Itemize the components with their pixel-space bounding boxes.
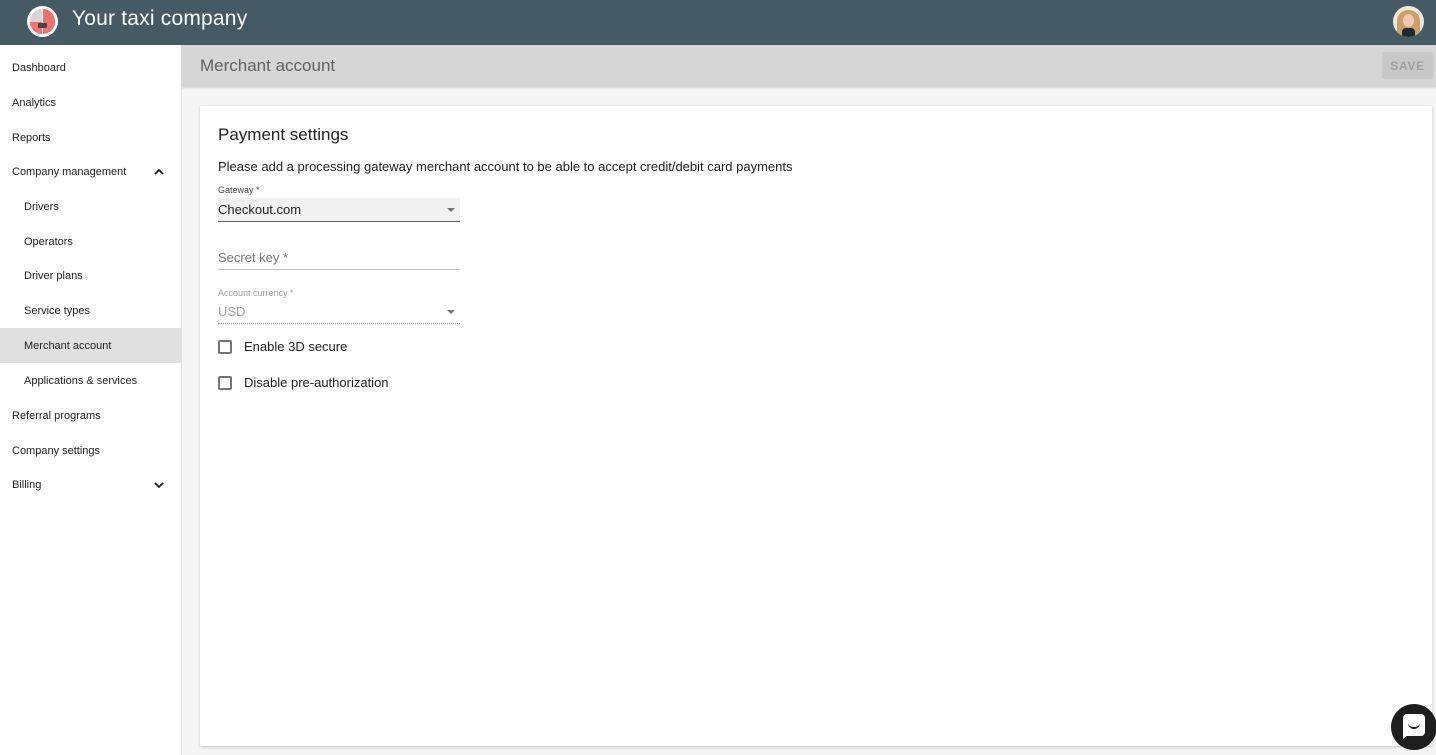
page-title: Merchant account [200,56,336,75]
sidebar-item-label: Billing [12,478,42,491]
chat-launcher-button[interactable] [1391,704,1436,750]
app-title: Your taxi company [72,7,248,30]
enable-3d-secure-checkbox[interactable] [218,339,232,354]
sidebar-item-billing[interactable]: Billing [0,467,182,502]
sidebar-item-drivers[interactable]: Drivers [0,189,182,224]
secret-key-field[interactable] [218,247,460,270]
sidebar-item-dashboard[interactable]: Dashboard [0,50,182,85]
sidebar-item-operators[interactable]: Operators [0,224,182,259]
sidebar-item-company-settings[interactable]: Company settings [0,433,182,468]
dropdown-arrow-icon [447,310,455,314]
sidebar-item-reports[interactable]: Reports [0,120,182,155]
currency-label: Account currency * [218,288,294,298]
company-logo-icon[interactable] [27,6,58,37]
sidebar-item-label: Operators [24,235,73,248]
currency-value: USD [218,304,246,319]
sidebar-item-label: Driver plans [24,269,83,282]
disable-pre-authorization-checkbox[interactable] [218,375,232,390]
checkbox-label: Enable 3D secure [244,339,348,354]
gateway-value: Checkout.com [218,202,302,217]
section-description: Please add a processing gateway merchant… [218,159,793,174]
sidebar-item-label: Company settings [12,444,101,457]
sidebar-item-label: Dashboard [12,61,66,74]
disable-pre-authorization-option[interactable]: Disable pre-authorization [218,375,389,390]
user-avatar-icon[interactable] [1393,6,1424,37]
sidebar-item-company-management[interactable]: Company management [0,154,182,189]
checkbox-label: Disable pre-authorization [244,375,389,390]
payment-settings-card: Payment settings Please add a processing… [200,106,1432,746]
sidebar-item-applications-services[interactable]: Applications & services [0,363,182,398]
sidebar-nav: Dashboard Analytics Reports Company mana… [0,45,182,755]
chevron-up-icon[interactable] [152,165,166,179]
sidebar-item-label: Company management [12,165,127,178]
section-title: Payment settings [218,125,349,144]
sidebar-item-label: Drivers [24,200,59,213]
sidebar-item-analytics[interactable]: Analytics [0,85,182,120]
secret-key-input[interactable] [218,247,460,267]
page-header: Merchant account SAVE [182,45,1436,87]
sidebar-item-label: Referral programs [12,409,101,422]
save-button[interactable]: SAVE [1382,52,1433,79]
sidebar-item-merchant-account[interactable]: Merchant account [0,328,182,363]
enable-3d-secure-option[interactable]: Enable 3D secure [218,339,347,354]
sidebar-item-label: Analytics [12,96,57,109]
sidebar-item-label: Merchant account [24,339,112,352]
sidebar-item-label: Reports [12,131,51,144]
sidebar-item-service-types[interactable]: Service types [0,293,182,328]
chat-bubble-icon [1403,714,1425,736]
chevron-down-icon[interactable] [152,478,166,492]
top-app-bar: Your taxi company [0,0,1436,45]
currency-select[interactable]: USD [218,301,460,324]
sidebar-item-driver-plans[interactable]: Driver plans [0,258,182,293]
sidebar-item-referral-programs[interactable]: Referral programs [0,398,182,433]
sidebar-item-label: Applications & services [24,374,138,387]
gateway-select[interactable]: Checkout.com [218,198,460,222]
sidebar-item-label: Service types [24,304,91,317]
gateway-label: Gateway * [218,185,260,195]
dropdown-arrow-icon [447,208,455,212]
